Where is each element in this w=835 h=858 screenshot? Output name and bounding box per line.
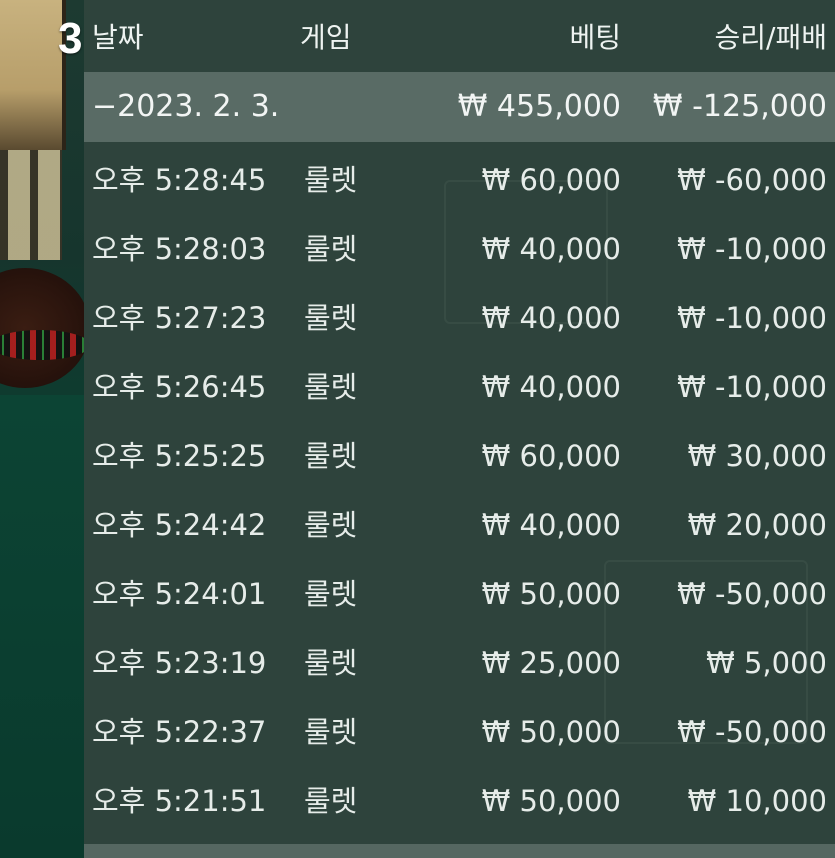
header-date: 날짜 <box>92 21 144 54</box>
bet-history-panel: 날짜 게임 베팅 승리/패배 −2023. 2. 3. ₩ 455,000 ₩ … <box>84 0 835 858</box>
bet-rows: 오후 5:28:45 룰렛 ₩ 60,000 ₩ -60,000 오후 5:28… <box>84 146 835 836</box>
row-result: ₩ -60,000 <box>677 163 827 197</box>
table-row[interactable]: 오후 5:22:37 룰렛 ₩ 50,000 ₩ -50,000 <box>84 698 835 767</box>
roulette-wheel-image <box>0 268 90 388</box>
row-game: 룰렛 <box>304 163 358 197</box>
row-bet: ₩ 60,000 <box>481 163 621 197</box>
row-time: 오후 5:24:42 <box>92 508 267 542</box>
row-result: ₩ -10,000 <box>677 370 827 404</box>
row-bet: ₩ 40,000 <box>481 301 621 335</box>
row-game: 룰렛 <box>304 370 358 404</box>
table-row[interactable]: 오후 5:23:19 룰렛 ₩ 25,000 ₩ 5,000 <box>84 629 835 698</box>
row-bet: ₩ 40,000 <box>481 508 621 542</box>
row-game: 룰렛 <box>304 508 358 542</box>
table-row[interactable]: 오후 5:25:25 룰렛 ₩ 60,000 ₩ 30,000 <box>84 422 835 491</box>
row-time: 오후 5:25:25 <box>92 439 267 473</box>
row-game: 룰렛 <box>304 715 358 749</box>
row-game: 룰렛 <box>304 646 358 680</box>
header-result: 승리/패배 <box>714 21 827 54</box>
row-game: 룰렛 <box>304 439 358 473</box>
table-felt <box>0 395 90 858</box>
row-game: 룰렛 <box>304 232 358 266</box>
table-row[interactable]: 오후 5:24:42 룰렛 ₩ 40,000 ₩ 20,000 <box>84 491 835 560</box>
row-bet: ₩ 50,000 <box>481 784 621 818</box>
row-bet: ₩ 40,000 <box>481 232 621 266</box>
row-result: ₩ -10,000 <box>677 301 827 335</box>
table-header: 날짜 게임 베팅 승리/패배 <box>84 6 835 70</box>
row-game: 룰렛 <box>304 784 358 818</box>
table-row[interactable]: 오후 5:26:45 룰렛 ₩ 40,000 ₩ -10,000 <box>84 353 835 422</box>
table-row[interactable]: 오후 5:24:01 룰렛 ₩ 50,000 ₩ -50,000 <box>84 560 835 629</box>
date-summary-row[interactable]: −2023. 2. 3. ₩ 455,000 ₩ -125,000 <box>84 72 835 142</box>
summary-result-total: ₩ -125,000 <box>652 89 827 124</box>
row-result: ₩ 5,000 <box>706 646 827 680</box>
row-time: 오후 5:24:01 <box>92 577 267 611</box>
row-result: ₩ -10,000 <box>677 232 827 266</box>
row-time: 오후 5:22:37 <box>92 715 267 749</box>
row-result: ₩ -50,000 <box>677 577 827 611</box>
row-game: 룰렛 <box>304 577 358 611</box>
next-row-partial <box>84 844 835 858</box>
table-row[interactable]: 오후 5:21:51 룰렛 ₩ 50,000 ₩ 10,000 <box>84 767 835 836</box>
row-time: 오후 5:23:19 <box>92 646 267 680</box>
table-row[interactable]: 오후 5:27:23 룰렛 ₩ 40,000 ₩ -10,000 <box>84 284 835 353</box>
row-bet: ₩ 60,000 <box>481 439 621 473</box>
header-bet: 베팅 <box>569 21 621 54</box>
background-casino-scene <box>0 0 90 858</box>
row-time: 오후 5:21:51 <box>92 784 267 818</box>
row-result: ₩ 30,000 <box>687 439 827 473</box>
background-window <box>0 0 66 150</box>
table-row[interactable]: 오후 5:28:03 룰렛 ₩ 40,000 ₩ -10,000 <box>84 215 835 284</box>
row-game: 룰렛 <box>304 301 358 335</box>
row-time: 오후 5:27:23 <box>92 301 267 335</box>
row-bet: ₩ 50,000 <box>481 577 621 611</box>
row-result: ₩ 20,000 <box>687 508 827 542</box>
row-time: 오후 5:28:03 <box>92 232 267 266</box>
table-row[interactable]: 오후 5:28:45 룰렛 ₩ 60,000 ₩ -60,000 <box>84 146 835 215</box>
summary-bet-total: ₩ 455,000 <box>457 89 621 124</box>
row-bet: ₩ 25,000 <box>481 646 621 680</box>
row-bet: ₩ 40,000 <box>481 370 621 404</box>
row-result: ₩ -50,000 <box>677 715 827 749</box>
row-time: 오후 5:28:45 <box>92 163 267 197</box>
summary-date: −2023. 2. 3. <box>92 89 280 124</box>
background-window-bars <box>0 150 62 260</box>
row-bet: ₩ 50,000 <box>481 715 621 749</box>
header-game: 게임 <box>300 21 352 54</box>
row-result: ₩ 10,000 <box>687 784 827 818</box>
row-time: 오후 5:26:45 <box>92 370 267 404</box>
overlay-number: 3 <box>58 14 83 63</box>
